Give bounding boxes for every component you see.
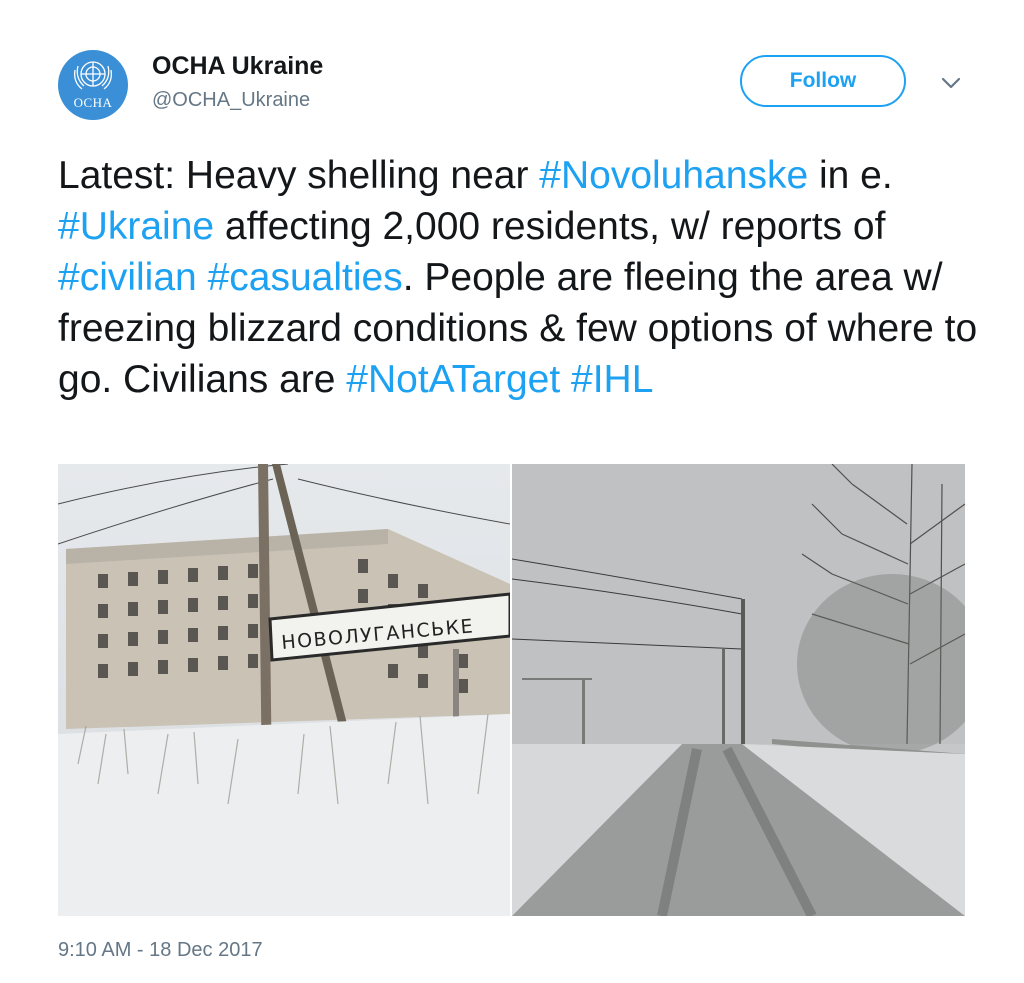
tweet-text: Latest: Heavy shelling near #Novoluhansk… bbox=[58, 150, 978, 405]
photo-village-sign[interactable]: НОВОЛУГАНСЬКЕ bbox=[58, 464, 510, 916]
hashtag-link[interactable]: #casualties bbox=[208, 256, 403, 299]
tweet-timestamp[interactable]: 9:10 AM - 18 Dec 2017 bbox=[58, 939, 263, 962]
hashtag-link[interactable]: #NotATarget bbox=[346, 358, 560, 401]
tweet-text-segment: Latest: Heavy shelling near bbox=[58, 154, 540, 197]
avatar[interactable]: OCHA bbox=[58, 50, 128, 120]
media-grid: НОВОЛУГАНСЬКЕ bbox=[58, 464, 965, 916]
account-handle[interactable]: @OCHA_Ukraine bbox=[152, 89, 310, 112]
avatar-label: OCHA bbox=[73, 95, 113, 110]
hashtag-link[interactable]: #Ukraine bbox=[58, 205, 214, 248]
tweet-text-segment: in e. bbox=[808, 154, 893, 197]
follow-button[interactable]: Follow bbox=[740, 55, 906, 107]
hashtag-link[interactable]: #civilian bbox=[58, 256, 197, 299]
tweet-text-segment: affecting 2,000 residents, w/ reports of bbox=[214, 205, 886, 248]
hashtag-link[interactable]: #Novoluhanske bbox=[539, 154, 808, 197]
chevron-down-icon[interactable] bbox=[936, 72, 966, 94]
tweet-text-segment bbox=[197, 256, 208, 299]
tweet-text-segment bbox=[560, 358, 571, 401]
hashtag-link[interactable]: #IHL bbox=[571, 358, 653, 401]
photo-snowy-road[interactable] bbox=[512, 464, 965, 916]
display-name[interactable]: OCHA Ukraine bbox=[152, 52, 323, 81]
